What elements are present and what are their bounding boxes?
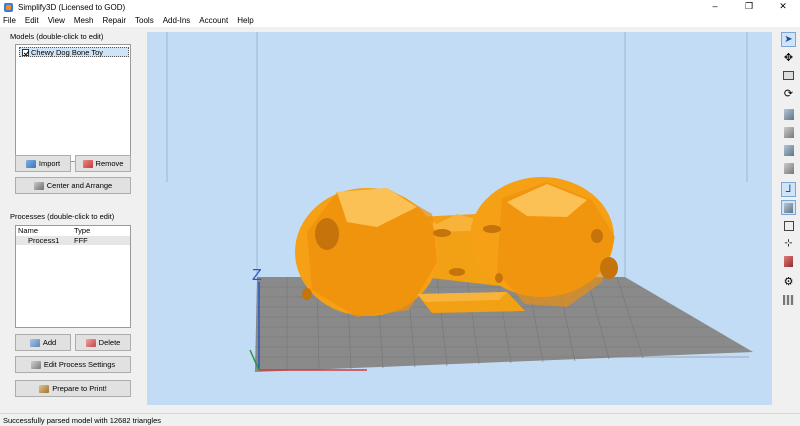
model-item-chewy-dog-bone-toy[interactable]: Chewy Dog Bone Toy	[19, 47, 129, 57]
center-and-arrange-button[interactable]: Center and Arrange	[15, 177, 131, 194]
center-and-arrange-label: Center and Arrange	[46, 181, 113, 190]
viewport-canvas: Z	[166, 32, 753, 372]
edit-process-settings-button[interactable]: Edit Process Settings	[15, 356, 131, 373]
view-toolbar: ➤ ✥ ⟳ ⅃ ⊹ ⚙	[778, 32, 800, 407]
axes-icon: ⅃	[785, 184, 792, 195]
view-default-icon	[783, 109, 794, 120]
remove-button[interactable]: Remove	[75, 155, 131, 172]
move-icon: ✥	[783, 52, 794, 64]
measure-button[interactable]: ⊹	[781, 236, 796, 251]
close-button[interactable]: ✕	[766, 0, 800, 14]
edit-process-settings-label: Edit Process Settings	[43, 360, 116, 369]
import-icon	[25, 159, 36, 168]
simplify3d-logo-icon	[4, 2, 13, 12]
menu-file[interactable]: File	[3, 16, 16, 25]
settings-button[interactable]: ⚙	[781, 274, 796, 289]
import-button[interactable]: Import	[15, 155, 71, 172]
axes-toggle-button[interactable]: ⅃	[781, 182, 796, 197]
build-viewport[interactable]: Z	[147, 32, 772, 405]
column-name: Name	[18, 226, 39, 235]
move-tool-button[interactable]: ✥	[781, 50, 796, 65]
cube-view-icon	[784, 202, 793, 213]
process-type: FFF	[74, 236, 88, 245]
cross-section-icon	[783, 220, 794, 231]
support-button[interactable]	[781, 292, 796, 307]
models-label: Models (double-click to edit)	[10, 32, 104, 41]
view-front-icon	[783, 127, 794, 138]
prepare-to-print-button[interactable]: Prepare to Print!	[15, 380, 131, 397]
view-front-button[interactable]	[781, 125, 796, 140]
left-panel: Models (double-click to edit) Chewy Dog …	[0, 27, 142, 411]
remove-label: Remove	[95, 159, 124, 168]
printer-icon	[39, 384, 50, 393]
view-left-button[interactable]	[781, 161, 796, 176]
rotate-icon: ⟳	[783, 88, 794, 100]
cube-view-button[interactable]	[781, 200, 796, 215]
processes-label: Processes (double-click to edit)	[10, 212, 115, 221]
add-icon	[29, 338, 40, 347]
process-name: Process1	[28, 236, 60, 245]
window-title: Simplify3D (Licensed to GOD)	[18, 2, 126, 12]
column-type: Type	[74, 226, 91, 235]
arrange-icon	[33, 181, 44, 190]
add-process-button[interactable]: Add	[15, 334, 71, 351]
remove-icon	[82, 159, 93, 168]
menu-bar: File Edit View Mesh Repair Tools Add-Ins…	[0, 14, 800, 27]
model-item-name: Chewy Dog Bone Toy	[31, 47, 103, 57]
chewy-dog-bone-model[interactable]	[295, 177, 618, 317]
select-icon: ➤	[784, 34, 793, 45]
import-label: Import	[38, 159, 61, 168]
preview-button[interactable]	[781, 254, 796, 269]
scale-icon	[783, 71, 794, 80]
support-icon	[783, 294, 794, 305]
menu-help[interactable]: Help	[237, 16, 253, 25]
view-default-button[interactable]	[781, 107, 796, 122]
view-left-icon	[783, 163, 794, 174]
delete-label: Delete	[98, 338, 121, 347]
cross-section-button[interactable]	[781, 218, 796, 233]
window-controls: – ❐ ✕	[698, 0, 800, 14]
delete-process-button[interactable]: Delete	[75, 334, 131, 351]
models-list[interactable]: Chewy Dog Bone Toy	[15, 44, 131, 162]
scale-tool-button[interactable]	[781, 68, 796, 83]
menu-account[interactable]: Account	[199, 16, 228, 25]
measure-icon: ⊹	[784, 238, 793, 249]
delete-icon	[85, 338, 96, 347]
processes-header: Name Type	[16, 226, 130, 235]
menu-edit[interactable]: Edit	[25, 16, 39, 25]
status-text: Successfully parsed model with 12682 tri…	[3, 415, 162, 425]
preview-icon	[784, 256, 793, 267]
settings-icon: ⚙	[783, 276, 794, 288]
view-top-button[interactable]	[781, 143, 796, 158]
add-label: Add	[42, 338, 57, 347]
menu-view[interactable]: View	[48, 16, 65, 25]
status-bar: Successfully parsed model with 12682 tri…	[0, 413, 800, 426]
menu-mesh[interactable]: Mesh	[74, 16, 94, 25]
title-bar: Simplify3D (Licensed to GOD) – ❐ ✕	[0, 0, 800, 14]
view-top-icon	[783, 145, 794, 156]
process-row[interactable]: Process1 FFF	[16, 236, 130, 245]
model-visible-checkbox[interactable]	[22, 48, 29, 56]
rotate-tool-button[interactable]: ⟳	[781, 86, 796, 101]
menu-repair[interactable]: Repair	[102, 16, 126, 25]
settings-gear-icon	[30, 360, 41, 369]
z-axis-label: Z	[252, 267, 262, 284]
menu-tools[interactable]: Tools	[135, 16, 154, 25]
prepare-to-print-label: Prepare to Print!	[52, 384, 107, 393]
maximize-button[interactable]: ❐	[732, 0, 766, 14]
select-tool-button[interactable]: ➤	[781, 32, 796, 47]
minimize-button[interactable]: –	[698, 0, 732, 14]
menu-add-ins[interactable]: Add-Ins	[163, 16, 191, 25]
processes-list[interactable]: Name Type Process1 FFF	[15, 225, 131, 328]
